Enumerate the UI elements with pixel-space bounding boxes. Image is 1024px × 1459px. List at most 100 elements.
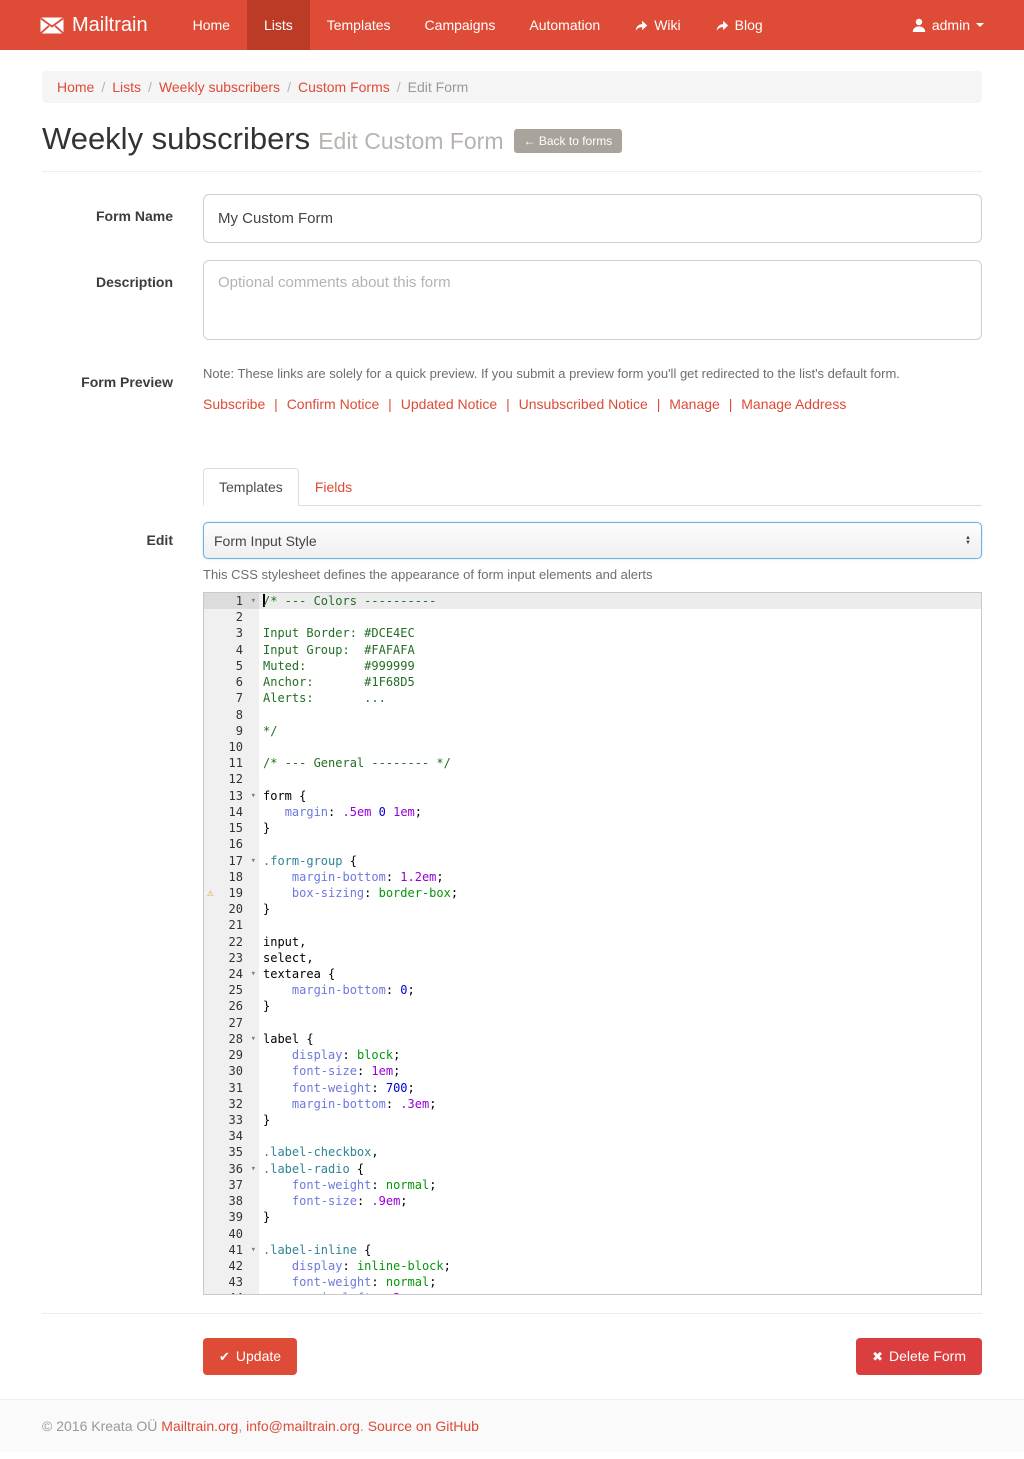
- nav-item-wiki[interactable]: Wiki: [617, 0, 697, 50]
- code-line-8[interactable]: [259, 707, 981, 723]
- line-number: 8: [236, 708, 243, 722]
- code-line-39[interactable]: }: [259, 1209, 981, 1225]
- gutter-line-36: 36▾: [204, 1161, 259, 1177]
- footer: © 2016 Kreata OÜ Mailtrain.org, info@mai…: [0, 1399, 1024, 1452]
- nav-item-campaigns[interactable]: Campaigns: [408, 0, 513, 50]
- code-line-26[interactable]: }: [259, 998, 981, 1014]
- breadcrumb-item-home: Home: [57, 79, 94, 95]
- code-line-17[interactable]: .form-group {: [259, 853, 981, 869]
- nav-item-automation[interactable]: Automation: [512, 0, 617, 50]
- fold-arrow-icon[interactable]: ▾: [251, 966, 256, 982]
- fold-arrow-icon[interactable]: ▾: [251, 853, 256, 869]
- delete-form-button[interactable]: ✖Delete Form: [856, 1338, 982, 1375]
- description-textarea[interactable]: [203, 260, 982, 340]
- gutter-line-20: 20: [204, 901, 259, 917]
- code-line-31[interactable]: font-weight: 700;: [259, 1080, 981, 1096]
- breadcrumb-link-home[interactable]: Home: [57, 79, 94, 95]
- nav-item-home[interactable]: Home: [176, 0, 247, 50]
- footer-link-source-on-github[interactable]: Source on GitHub: [368, 1418, 479, 1434]
- code-line-44[interactable]: margin-left: .3em;: [259, 1290, 981, 1294]
- code-line-30[interactable]: font-size: 1em;: [259, 1063, 981, 1079]
- code-line-43[interactable]: font-weight: normal;: [259, 1274, 981, 1290]
- breadcrumb-link-lists[interactable]: Lists: [112, 79, 141, 95]
- gutter-line-21: 21: [204, 917, 259, 933]
- code-line-37[interactable]: font-weight: normal;: [259, 1177, 981, 1193]
- code-line-25[interactable]: margin-bottom: 0;: [259, 982, 981, 998]
- code-line-28[interactable]: label {: [259, 1031, 981, 1047]
- form-name-label: Form Name: [42, 194, 203, 224]
- nav-item-templates[interactable]: Templates: [310, 0, 408, 50]
- code-line-18[interactable]: margin-bottom: 1.2em;: [259, 869, 981, 885]
- editor-gutter: 1▾2345678910111213▾14151617▾18⚠192021222…: [204, 593, 259, 1294]
- preview-link-manage[interactable]: Manage: [669, 396, 720, 412]
- code-line-15[interactable]: }: [259, 820, 981, 836]
- preview-link-updated-notice[interactable]: Updated Notice: [401, 396, 498, 412]
- preview-link-manage-address[interactable]: Manage Address: [741, 396, 846, 412]
- code-line-2[interactable]: [259, 609, 981, 625]
- code-line-9[interactable]: */: [259, 723, 981, 739]
- line-number: 44: [229, 1291, 243, 1295]
- code-line-12[interactable]: [259, 771, 981, 787]
- gutter-line-3: 3: [204, 625, 259, 641]
- code-line-10[interactable]: [259, 739, 981, 755]
- code-line-3[interactable]: Input Border: #DCE4EC: [259, 625, 981, 641]
- code-line-22[interactable]: input,: [259, 934, 981, 950]
- fold-arrow-icon[interactable]: ▾: [251, 1242, 256, 1258]
- tab-templates[interactable]: Templates: [203, 468, 299, 506]
- brand-logo[interactable]: Mailtrain: [40, 0, 148, 50]
- footer-link-info-mailtrain-org[interactable]: info@mailtrain.org: [246, 1418, 360, 1434]
- update-button[interactable]: ✔Update: [203, 1338, 297, 1375]
- code-line-38[interactable]: font-size: .9em;: [259, 1193, 981, 1209]
- form-name-input[interactable]: [203, 194, 982, 243]
- fold-arrow-icon[interactable]: ▾: [251, 1161, 256, 1177]
- code-line-21[interactable]: [259, 917, 981, 933]
- code-editor[interactable]: 1▾2345678910111213▾14151617▾18⚠192021222…: [203, 592, 982, 1295]
- code-line-4[interactable]: Input Group: #FAFAFA: [259, 642, 981, 658]
- code-line-34[interactable]: [259, 1128, 981, 1144]
- code-line-42[interactable]: display: inline-block;: [259, 1258, 981, 1274]
- code-line-1[interactable]: /* --- Colors ----------: [259, 593, 981, 609]
- preview-link-confirm-notice[interactable]: Confirm Notice: [287, 396, 380, 412]
- main-nav: HomeListsTemplatesCampaignsAutomationWik…: [176, 0, 780, 50]
- form-name-row: Form Name: [42, 194, 982, 243]
- page-title: Weekly subscribersEdit Custom Form← Back…: [42, 121, 982, 157]
- fold-arrow-icon[interactable]: ▾: [251, 1031, 256, 1047]
- user-menu[interactable]: admin: [912, 0, 984, 50]
- gutter-line-10: 10: [204, 739, 259, 755]
- code-line-23[interactable]: select,: [259, 950, 981, 966]
- code-line-29[interactable]: display: block;: [259, 1047, 981, 1063]
- back-to-forms-button[interactable]: ← Back to forms: [514, 129, 623, 153]
- breadcrumb-link-custom-forms[interactable]: Custom Forms: [298, 79, 390, 95]
- breadcrumb-link-weekly-subscribers[interactable]: Weekly subscribers: [159, 79, 280, 95]
- fold-arrow-icon[interactable]: ▾: [251, 593, 256, 609]
- code-line-36[interactable]: .label-radio {: [259, 1161, 981, 1177]
- code-line-5[interactable]: Muted: #999999: [259, 658, 981, 674]
- code-line-41[interactable]: .label-inline {: [259, 1242, 981, 1258]
- code-line-6[interactable]: Anchor: #1F68D5: [259, 674, 981, 690]
- code-line-32[interactable]: margin-bottom: .3em;: [259, 1096, 981, 1112]
- code-line-40[interactable]: [259, 1226, 981, 1242]
- code-line-35[interactable]: .label-checkbox,: [259, 1144, 981, 1160]
- code-line-27[interactable]: [259, 1015, 981, 1031]
- preview-link-unsubscribed-notice[interactable]: Unsubscribed Notice: [519, 396, 648, 412]
- tab-fields[interactable]: Fields: [299, 468, 368, 506]
- footer-link-mailtrain-org[interactable]: Mailtrain.org: [161, 1418, 238, 1434]
- nav-item-lists[interactable]: Lists: [247, 0, 310, 50]
- preview-link-subscribe[interactable]: Subscribe: [203, 396, 265, 412]
- fold-arrow-icon[interactable]: ▾: [251, 788, 256, 804]
- editor-code-area[interactable]: /* --- Colors ---------- Input Border: #D…: [259, 593, 981, 1294]
- code-line-7[interactable]: Alerts: ...: [259, 690, 981, 706]
- gutter-line-41: 41▾: [204, 1242, 259, 1258]
- line-number: 35: [229, 1145, 243, 1159]
- nav-item-blog[interactable]: Blog: [698, 0, 780, 50]
- code-line-19[interactable]: box-sizing: border-box;: [259, 885, 981, 901]
- code-line-16[interactable]: [259, 836, 981, 852]
- code-line-14[interactable]: margin: .5em 0 1em;: [259, 804, 981, 820]
- code-line-13[interactable]: form {: [259, 788, 981, 804]
- gutter-line-12: 12: [204, 771, 259, 787]
- code-line-33[interactable]: }: [259, 1112, 981, 1128]
- template-select[interactable]: Form Input Style ▲▼: [203, 522, 982, 559]
- code-line-24[interactable]: textarea {: [259, 966, 981, 982]
- code-line-20[interactable]: }: [259, 901, 981, 917]
- code-line-11[interactable]: /* --- General -------- */: [259, 755, 981, 771]
